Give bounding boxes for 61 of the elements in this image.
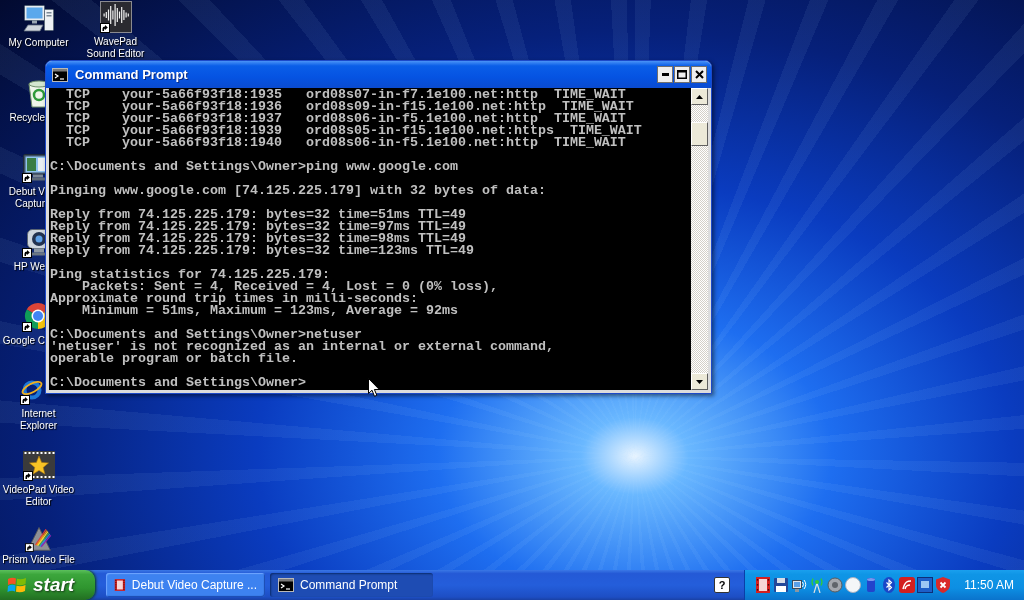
scroll-down-button[interactable] [691,373,708,390]
close-button[interactable] [691,66,707,83]
terminal-icon [52,67,68,82]
console-line: 'netuser' is not recognized as an internal or external command, [50,341,554,353]
console-line: Minimum = 51ms, Maximum = 123ms, Average = 92ms [82,305,458,317]
computer-icon[interactable] [22,2,55,34]
icon-label[interactable]: Google C [2,335,45,347]
console-line: Reply from 74.125.225.179: bytes=32 time=97ms TTL=49 [50,221,466,233]
caret-down-icon [696,379,703,384]
console-line: Ping statistics for 74.125.225.179: [50,269,330,281]
icon-label[interactable]: Internet Explorer [19,407,58,432]
console-line: Approximate round trip times in milli-seconds: [50,293,418,305]
console-line: Reply from 74.125.225.179: bytes=32 time=51ms TTL=49 [50,209,466,221]
network-monitor-icon[interactable] [791,577,808,593]
icon-label[interactable]: HP We [13,260,45,273]
taskbar-button[interactable]: Command Prompt [270,573,433,597]
window-tile-icon[interactable] [917,577,934,593]
swirl-tile-icon[interactable] [899,577,916,593]
star-tile-icon[interactable] [22,449,55,481]
start-button[interactable]: start [0,570,95,600]
film-icon[interactable] [755,577,772,593]
minimize-icon [661,73,669,76]
maximize-button[interactable] [674,66,690,83]
icon-label[interactable]: Prism Video File [2,553,75,566]
taskbar-button[interactable]: Debut Video Capture ... [106,573,265,597]
icon-label[interactable]: My Computer [8,37,69,49]
film-icon [114,577,126,593]
console-line: TCP your-5a66f93f18:1940 ord08s06-in-f5.1e100.net:http TIME_WAIT [65,137,626,149]
console-line: Packets: Sent = 4, Received = 4, Lost = 0 (0% loss), [82,281,498,293]
help-button[interactable]: ? [714,577,731,593]
waveform-tile-icon[interactable] [99,1,132,33]
close-icon [694,70,704,79]
maximize-icon [677,70,687,79]
console-line: C:\Documents and Settings\Owner>netuser [50,329,362,341]
circle-icon[interactable] [845,577,862,593]
icon-label[interactable]: VideoPad Video Editor [2,484,75,508]
console-line: TCP your-5a66f93f18:1939 ord08s05-in-f15.1e100.net:https TIME_WAIT [65,125,642,137]
console-line: C:\Documents and Settings\Owner> [50,377,306,389]
console-line: TCP your-5a66f93f18:1937 ord08s06-in-f5.1e100.net:http TIME_WAIT [65,113,626,125]
console-line: Reply from 74.125.225.179: bytes=32 time=123ms TTL=49 [50,245,474,257]
scroll-up-button[interactable] [691,88,708,105]
console-line: TCP your-5a66f93f18:1935 ord08s07-in-f7.1e100.net:http TIME_WAIT [65,89,626,101]
console-line: operable program or batch file. [50,353,298,365]
minimize-button[interactable] [657,66,673,83]
icon-label[interactable]: WavePad Sound Editor [86,36,145,60]
flag-icon [7,576,27,594]
icon-label[interactable]: Debut V Captur [8,186,45,210]
console-line: Reply from 74.125.225.179: bytes=32 time=98ms TTL=49 [50,233,466,245]
console-line: C:\Documents and Settings\Owner>ping www.google.com [50,161,458,173]
disc-icon[interactable] [827,577,844,593]
icon-label[interactable]: Recycle [9,111,45,124]
window-title: Command Prompt [75,65,188,84]
caret-up-icon [696,94,703,99]
clock: 11:50 AM [964,577,1014,594]
console-line: TCP your-5a66f93f18:1936 ord08s09-in-f15.1e100.net:http TIME_WAIT [65,101,634,113]
console-line: Pinging www.google.com [74.125.225.179] with 32 bytes of data: [50,185,546,197]
terminal-icon [278,578,294,592]
scroll-thumb[interactable] [691,122,708,146]
shield-icon[interactable] [935,577,952,593]
vertical-scrollbar[interactable] [691,88,708,390]
bluetooth-icon[interactable] [881,577,898,593]
